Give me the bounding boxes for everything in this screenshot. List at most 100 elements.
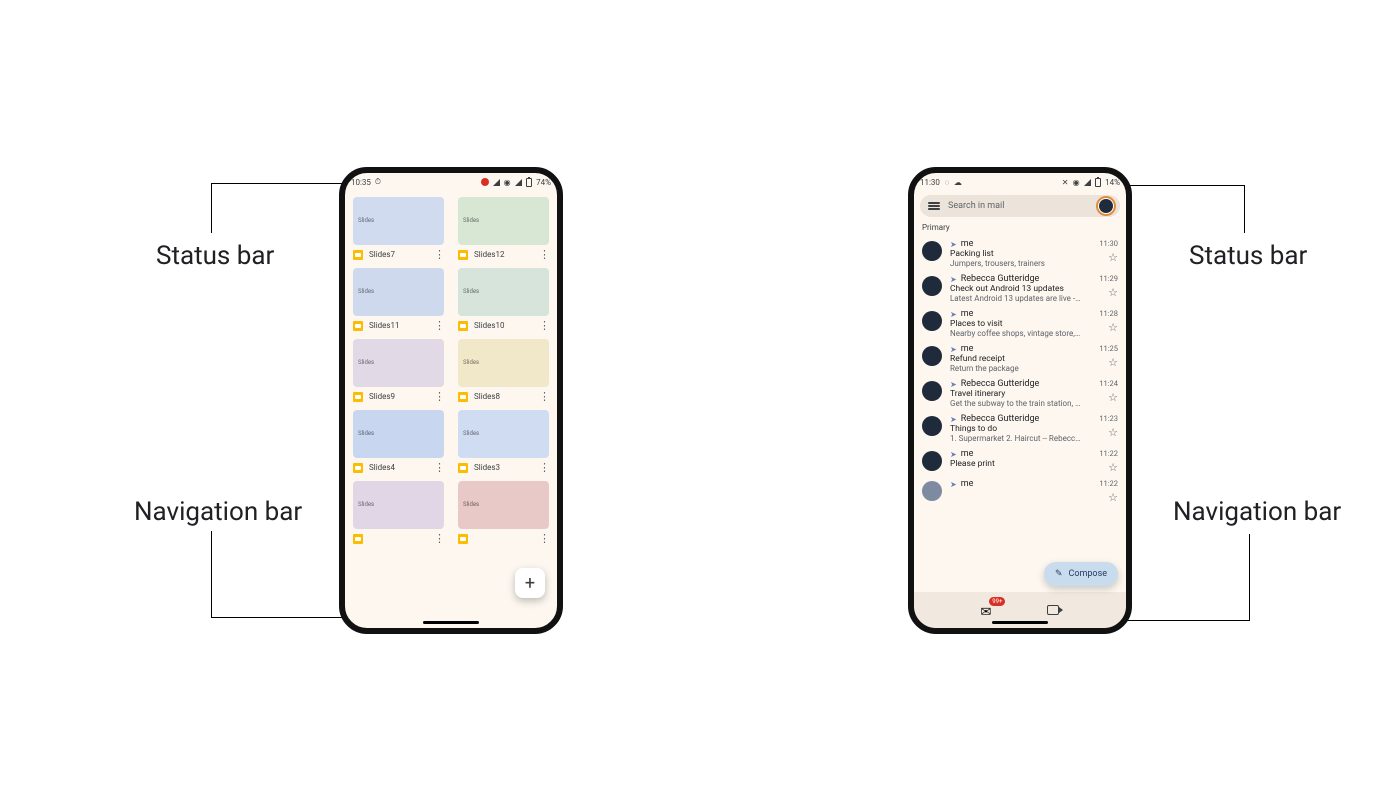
star-icon[interactable]: ☆	[1108, 462, 1118, 473]
more-options-icon[interactable]: ⋮	[539, 249, 549, 260]
search-bar[interactable]: Search in mail	[920, 195, 1120, 217]
slide-card[interactable]: Slides⋮	[458, 481, 549, 546]
status-icon: ⏱	[374, 178, 382, 186]
more-options-icon[interactable]: ⋮	[434, 462, 444, 473]
slide-card[interactable]: SlidesSlides7⋮	[353, 197, 444, 262]
search-placeholder: Search in mail	[948, 201, 1088, 211]
sender-avatar	[922, 416, 942, 436]
reply-indicator-icon: ➤	[950, 380, 957, 389]
mail-time: 11:22	[1099, 449, 1118, 458]
mail-time: 11:30	[1099, 239, 1118, 248]
battery-icon	[525, 178, 533, 186]
label-nav-left: Navigation bar	[134, 497, 302, 527]
new-slide-fab[interactable]: +	[515, 568, 545, 598]
more-options-icon[interactable]: ⋮	[539, 320, 549, 331]
compose-button[interactable]: ✎ Compose	[1044, 562, 1118, 586]
slide-thumbnail: Slides	[353, 410, 444, 458]
mail-subject: Travel itinerary	[950, 389, 1082, 399]
battery-percent: 14%	[1105, 178, 1120, 187]
mail-subject: Packing list	[950, 249, 1082, 259]
more-options-icon[interactable]: ⋮	[434, 249, 444, 260]
battery-percent: 74%	[536, 178, 551, 187]
mail-sender: me	[961, 239, 974, 249]
signal-icon	[492, 178, 500, 186]
status-bar: 11:30 ◌ ☁ ✕ ◉ 14%	[914, 173, 1126, 191]
slide-title: Slides3	[474, 463, 500, 472]
star-icon[interactable]: ☆	[1108, 427, 1118, 438]
more-options-icon[interactable]: ⋮	[539, 391, 549, 402]
slides-app-icon	[353, 250, 363, 260]
reply-indicator-icon: ➤	[950, 450, 957, 459]
slide-thumbnail: Slides	[353, 268, 444, 316]
slide-card[interactable]: Slides Slides3 ⋮	[458, 410, 549, 475]
label-status-left: Status bar	[156, 241, 274, 271]
slides-app-icon	[353, 463, 363, 473]
slide-card[interactable]: SlidesSlides10⋮	[458, 268, 549, 333]
star-icon[interactable]: ☆	[1108, 392, 1118, 403]
account-avatar[interactable]	[1096, 196, 1116, 216]
star-icon[interactable]: ☆	[1108, 322, 1118, 333]
nav-meet[interactable]	[1047, 605, 1059, 615]
slide-card[interactable]: Slides Slides11 ⋮	[353, 268, 444, 333]
star-icon[interactable]: ☆	[1108, 357, 1118, 368]
slide-title: Slides8	[474, 392, 500, 401]
phone-gmail: 11:30 ◌ ☁ ✕ ◉ 14% Search in mail Primary…	[908, 167, 1132, 634]
mail-time: 11:29	[1099, 274, 1118, 283]
more-options-icon[interactable]: ⋮	[434, 320, 444, 331]
mail-row[interactable]: ➤me11:22☆	[914, 476, 1126, 506]
reply-indicator-icon: ➤	[950, 480, 957, 489]
sender-avatar	[922, 346, 942, 366]
nav-mail[interactable]: ✉ 99+	[981, 601, 992, 620]
star-icon[interactable]: ☆	[1108, 287, 1118, 298]
mail-sender: Rebecca Gutteridge	[961, 274, 1040, 284]
mail-row[interactable]: ➤Rebecca GutteridgeCheck out Android 13 …	[914, 271, 1126, 306]
star-icon[interactable]: ☆	[1108, 492, 1118, 503]
slides-content: SlidesSlides7⋮SlidesSlides12⋮SlidesSlide…	[345, 191, 557, 616]
mail-row[interactable]: ➤mePlaces to visitNearby coffee shops, v…	[914, 306, 1126, 341]
label-nav-right: Navigation bar	[1173, 497, 1341, 527]
sender-avatar	[922, 241, 942, 261]
mail-row[interactable]: ➤meRefund receiptReturn the package11:25…	[914, 341, 1126, 376]
gesture-bar[interactable]	[423, 621, 479, 624]
more-options-icon[interactable]: ⋮	[539, 533, 549, 544]
reply-indicator-icon: ➤	[950, 345, 957, 354]
compose-label: Compose	[1069, 569, 1108, 579]
mail-list: ➤mePacking listJumpers, trousers, traine…	[914, 236, 1126, 592]
mail-snippet: Return the package	[950, 364, 1082, 373]
mail-row[interactable]: ➤Rebecca GutteridgeTravel itineraryGet t…	[914, 376, 1126, 411]
star-icon[interactable]: ☆	[1108, 252, 1118, 263]
slide-thumbnail: Slides	[353, 481, 444, 529]
bracket-nav-left	[211, 531, 357, 618]
menu-icon[interactable]	[928, 202, 940, 210]
gesture-bar[interactable]	[992, 621, 1048, 624]
recording-dot-icon	[481, 178, 489, 186]
more-options-icon[interactable]: ⋮	[434, 391, 444, 402]
dnd-icon: ✕	[1061, 178, 1069, 186]
mail-subject: Refund receipt	[950, 354, 1082, 364]
slide-card[interactable]: SlidesSlides9⋮	[353, 339, 444, 404]
mail-snippet: Jumpers, trousers, trainers	[950, 259, 1082, 268]
mail-snippet: Latest Android 13 updates are live -- Re…	[950, 294, 1082, 303]
slides-app-icon	[353, 392, 363, 402]
mail-row[interactable]: ➤mePlease print11:22☆	[914, 446, 1126, 476]
slide-card[interactable]: SlidesSlides4⋮	[353, 410, 444, 475]
sender-avatar	[922, 311, 942, 331]
slide-title: Slides11	[369, 321, 400, 330]
mail-sender: me	[961, 309, 974, 319]
slide-card[interactable]: SlidesSlides12⋮	[458, 197, 549, 262]
slide-thumbnail: Slides	[458, 410, 549, 458]
reply-indicator-icon: ➤	[950, 415, 957, 424]
mail-row[interactable]: ➤Rebecca GutteridgeThings to do1. Superm…	[914, 411, 1126, 446]
slide-thumbnail: Slides	[458, 339, 549, 387]
slide-thumbnail: Slides	[458, 197, 549, 245]
more-options-icon[interactable]: ⋮	[434, 533, 444, 544]
notification-icon: ☁	[954, 178, 962, 186]
mail-row[interactable]: ➤mePacking listJumpers, trousers, traine…	[914, 236, 1126, 271]
slide-card[interactable]: Slides Slides8 ⋮	[458, 339, 549, 404]
slide-card[interactable]: Slides ⋮	[353, 481, 444, 546]
more-options-icon[interactable]: ⋮	[539, 462, 549, 473]
slide-thumbnail: Slides	[353, 197, 444, 245]
slides-app-icon	[458, 321, 468, 331]
slides-app-icon	[353, 321, 363, 331]
sender-avatar	[922, 276, 942, 296]
